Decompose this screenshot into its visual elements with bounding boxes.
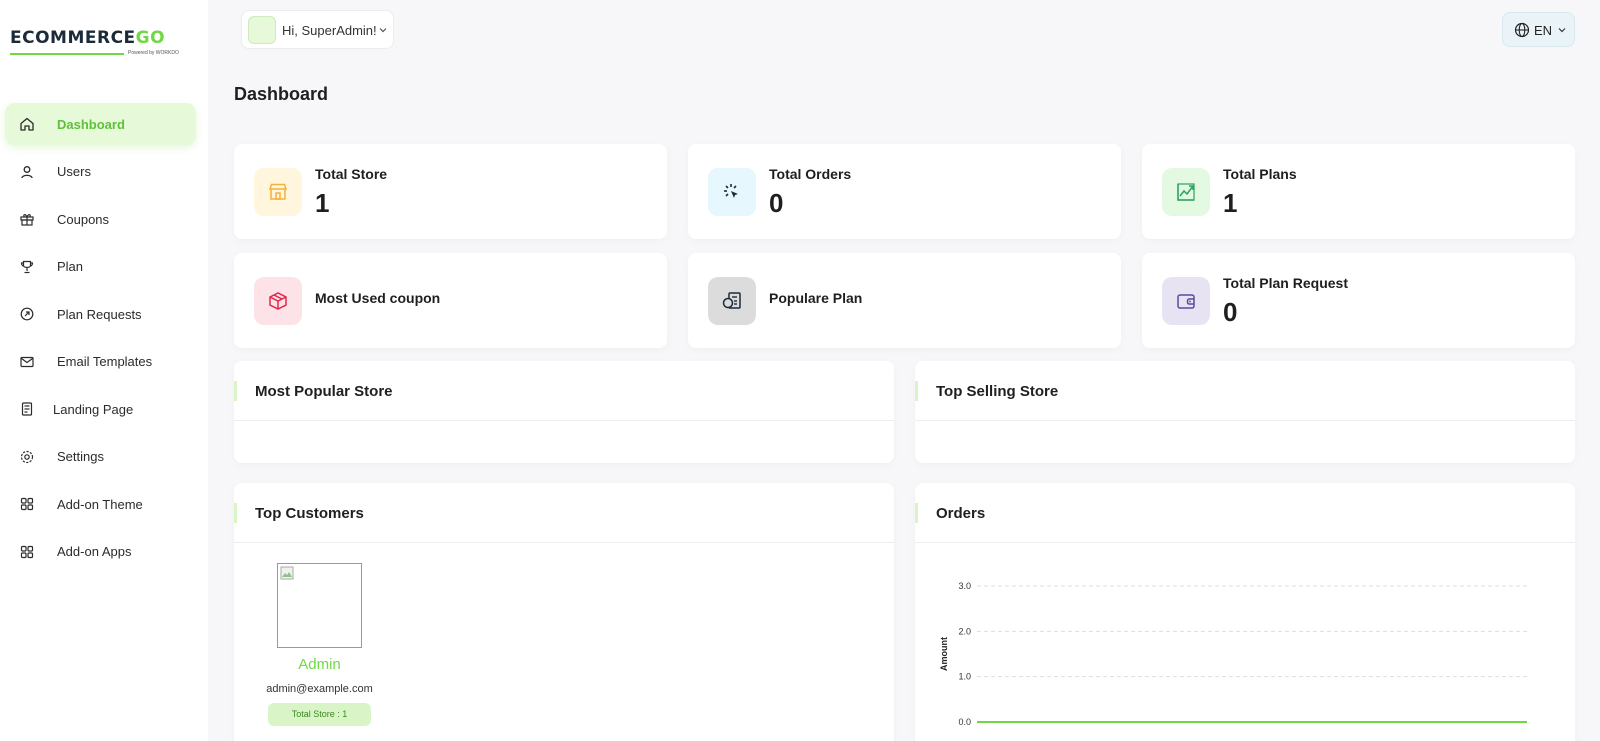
sidebar-item-label: Users [57,164,91,179]
orders-chart-panel: Orders 0.0 1.0 2.0 3.0 Amount [915,483,1575,741]
stat-value: 0 [769,188,784,218]
page-title: Dashboard [234,84,329,104]
chevron-down-icon [1558,28,1566,33]
customer-image [277,563,362,648]
y-tick-label: 3.0 [958,581,971,591]
trophy-icon [20,260,34,273]
stat-label: Most Used coupon [315,290,441,306]
stat-card-total-orders: Total Orders 0 [688,144,1121,239]
sidebar-item-dashboard[interactable]: Dashboard [5,103,196,145]
brand-logo[interactable]: ECOMMERCEGO Powered by WORKDO [10,26,180,60]
sidebar-item-label: Add-on Apps [57,544,132,559]
orders-chart: 0.0 1.0 2.0 3.0 Amount [939,581,1528,727]
customer-card[interactable]: Admin admin@example.com Total Store : 1 [247,483,392,741]
sidebar-item-email-templates[interactable]: Email Templates [5,341,196,383]
panel-title: Most Popular Store [255,383,393,400]
stat-label: Total Orders [769,166,852,182]
grid-icon [20,497,34,511]
arrow-circle-icon [20,307,34,321]
sidebar-item-users[interactable]: Users [5,151,196,193]
gear-icon [20,450,34,463]
sidebar-nav: Dashboard Users Coupons Plan Plan Reques… [5,103,196,578]
gift-icon [20,214,34,226]
sidebar-item-label: Landing Page [53,401,134,417]
sidebar-item-settings[interactable]: Settings [5,436,196,478]
globe-icon [1514,22,1530,38]
customer-name[interactable]: Admin [247,656,392,673]
language-label: EN [1534,23,1553,38]
stat-card-total-plan-request: Total Plan Request 0 [1142,253,1575,348]
sidebar-item-addon-apps[interactable]: Add-on Apps [5,531,196,573]
panel-title: Orders [936,505,986,522]
package-icon [254,277,302,325]
total-store-badge: Total Store : 1 [268,703,371,726]
cursor-click-icon [708,168,756,216]
grid-icon [20,545,34,558]
stat-card-total-plans: Total Plans 1 [1142,144,1575,239]
logo-subtitle: Powered by WORKDO [128,50,179,56]
panel-header: Most Popular Store [234,361,894,421]
avatar [248,16,276,44]
panel-title: Top Selling Store [936,383,1059,400]
panel-accent [234,381,237,401]
sidebar-item-label: Dashboard [57,116,125,132]
sidebar-item-addon-theme[interactable]: Add-on Theme [5,483,196,525]
logo-underline [10,53,124,55]
sidebar-item-label: Add-on Theme [57,496,143,512]
mail-icon [20,356,34,367]
stat-label: Total Plan Request [1223,275,1348,291]
wallet-icon [1162,277,1210,325]
stat-label: Populare Plan [769,290,863,306]
sidebar-item-label: Settings [57,449,104,464]
sidebar-item-label: Plan Requests [57,306,142,322]
plan-doc-icon [708,277,756,325]
top-selling-store-panel: Top Selling Store [915,361,1575,463]
stat-label: Total Plans [1223,166,1297,182]
panel-header: Orders [915,483,1575,543]
sidebar: ECOMMERCEGO Powered by WORKDO Dashboard … [0,0,208,741]
panel-accent [915,381,918,401]
home-icon [20,117,34,131]
most-popular-store-panel: Most Popular Store [234,361,894,463]
sidebar-item-plan[interactable]: Plan [5,246,196,288]
y-tick-label: 0.0 [958,717,971,727]
sidebar-item-plan-requests[interactable]: Plan Requests [5,293,196,335]
y-tick-label: 2.0 [958,626,971,636]
stat-label: Total Store [315,166,388,182]
language-selector[interactable]: EN [1502,12,1575,47]
user-menu-button[interactable]: Hi, SuperAdmin! [241,10,394,49]
panel-accent [915,503,918,523]
customer-email: admin@example.com [266,683,373,695]
panel-accent [234,503,237,523]
chevron-down-icon [379,28,387,33]
top-customers-panel: Top Customers Admin admin@example.com To… [234,483,894,741]
sidebar-item-landing-page[interactable]: Landing Page [5,388,196,430]
stat-value: 1 [1223,188,1238,218]
sidebar-item-label: Email Templates [57,354,153,369]
panel-header: Top Selling Store [915,361,1575,421]
stat-value: 1 [315,188,330,218]
y-axis-label: Amount [939,637,949,671]
document-icon [21,402,33,416]
user-greeting: Hi, SuperAdmin! [282,23,377,38]
user-icon [21,165,33,178]
stat-card-popular-plan: Populare Plan [688,253,1121,348]
y-tick-label: 1.0 [958,672,971,682]
logo-text: ECOMMERCEGO [10,28,166,48]
stat-value: 0 [1223,297,1238,327]
store-icon [254,168,302,216]
broken-image-icon [280,566,294,580]
chart-icon [1162,168,1210,216]
sidebar-item-label: Coupons [57,211,110,227]
stat-card-most-used-coupon: Most Used coupon [234,253,667,348]
sidebar-item-label: Plan [57,259,84,274]
sidebar-item-coupons[interactable]: Coupons [5,198,196,240]
stat-card-total-store: Total Store 1 [234,144,667,239]
